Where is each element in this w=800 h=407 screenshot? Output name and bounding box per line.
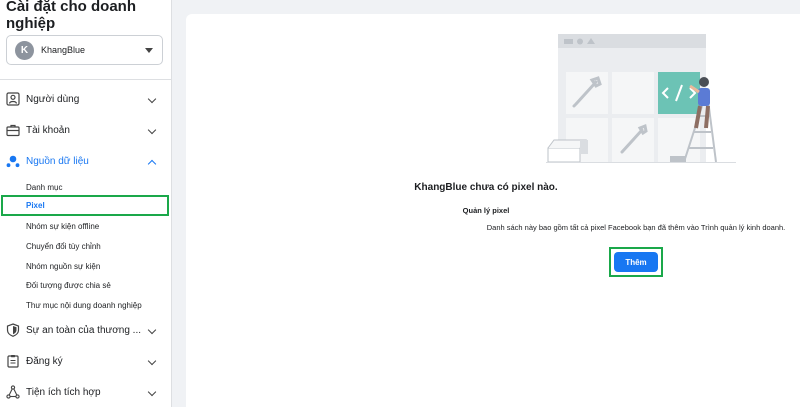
sidebar-item-integrations[interactable]: Tiện ích tích hợp (6, 383, 161, 403)
integrations-icon (6, 385, 20, 399)
sidebar-item-label: Tài khoản (26, 125, 70, 136)
add-button-highlight: Thêm (609, 247, 663, 277)
chevron-up-icon (147, 159, 157, 169)
briefcase-icon (6, 124, 20, 137)
sidebar-item-data-sources[interactable]: Nguồn dữ liệu (6, 152, 161, 172)
shield-icon (6, 323, 20, 337)
sidebar-subitem-catalogs[interactable]: Danh mục (26, 183, 62, 192)
sidebar-subitem-event-source-groups[interactable]: Nhóm nguồn sự kiện (26, 262, 100, 271)
sidebar-subitem-pixel[interactable]: Pixel (1, 195, 169, 216)
sidebar: Cài đặt cho doanh nghiệp K KhangBlue Ngư… (0, 0, 172, 407)
users-icon (6, 92, 20, 106)
section-title: Quản lý pixel (462, 206, 510, 215)
data-sources-icon (6, 155, 20, 168)
sidebar-item-label: Sự an toàn của thương ... (26, 325, 142, 336)
empty-state-description: Danh sách này bao gồm tất cả pixel Faceb… (486, 223, 786, 232)
sidebar-item-users[interactable]: Người dùng (6, 90, 161, 110)
sidebar-title: Cài đặt cho doanh nghiệp (6, 0, 137, 32)
account-name: KhangBlue (41, 45, 86, 55)
sidebar-subitem-shared-audiences[interactable]: Đối tượng được chia sẻ (26, 281, 111, 290)
sidebar-item-registrations[interactable]: Đăng ký (6, 352, 161, 372)
sidebar-item-accounts[interactable]: Tài khoản (6, 121, 161, 141)
sidebar-item-brand-safety[interactable]: Sự an toàn của thương ... (6, 321, 161, 341)
empty-state-illustration (546, 34, 736, 163)
chevron-down-icon (147, 325, 157, 335)
sidebar-item-label: Người dùng (26, 94, 80, 105)
chevron-down-icon (147, 125, 157, 135)
sidebar-subitem-label: Pixel (26, 201, 45, 210)
chevron-down-icon (147, 356, 157, 366)
account-switcher[interactable]: K KhangBlue (6, 35, 163, 65)
avatar: K (15, 41, 34, 60)
clipboard-icon (7, 355, 19, 368)
main-panel: KhangBlue chưa có pixel nào. Quản lý pix… (186, 14, 800, 407)
chevron-down-icon (147, 387, 157, 397)
caret-down-icon (145, 48, 153, 53)
sidebar-subitem-offline-event-sets[interactable]: Nhóm sự kiện offline (26, 222, 99, 231)
sidebar-item-label: Nguồn dữ liệu (26, 156, 89, 167)
sidebar-subitem-custom-conversions[interactable]: Chuyển đổi tùy chỉnh (26, 242, 101, 251)
sidebar-subitem-business-asset-groups[interactable]: Thư mục nội dung doanh nghiệp (26, 301, 142, 310)
empty-state-title: KhangBlue chưa có pixel nào. (414, 182, 558, 193)
sidebar-item-label: Đăng ký (26, 356, 63, 367)
add-pixel-button[interactable]: Thêm (614, 252, 658, 272)
sidebar-divider (0, 79, 171, 80)
sidebar-item-label: Tiện ích tích hợp (26, 387, 101, 398)
chevron-down-icon (147, 94, 157, 104)
